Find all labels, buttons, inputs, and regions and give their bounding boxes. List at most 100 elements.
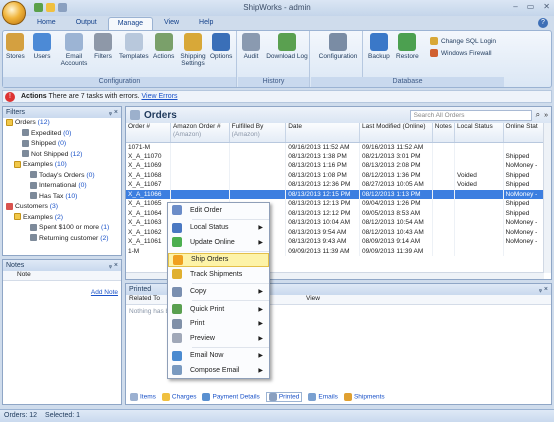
filter-tree: Orders (12) Expedited (0) Shipped (0) Not S… (3, 118, 121, 244)
email-accounts-button[interactable]: Email Accounts (57, 33, 91, 67)
users-button[interactable]: Users (33, 33, 51, 60)
detail-tab-charges[interactable]: Charges (161, 393, 196, 401)
column-header[interactable]: Fulfilled By (Amazon) (229, 123, 287, 143)
close-icon[interactable]: ✕ (543, 2, 550, 11)
detail-tab-printed[interactable]: Printed (265, 392, 303, 402)
menu-item-preview[interactable]: Preview ▶ (168, 331, 269, 346)
table-cell (432, 237, 456, 247)
table-cell: 08/12/2013 1:36 PM (359, 170, 433, 180)
help-icon[interactable]: ? (538, 18, 548, 28)
column-sublabel: (Amazon) (172, 131, 202, 138)
table-row[interactable]: X_A_11070 08/13/2013 1:38 PM 08/21/2013 3:… (126, 151, 545, 161)
vertical-scrollbar[interactable] (543, 123, 551, 273)
detail-tab-payment-details[interactable]: Payment Details (202, 393, 260, 401)
column-header[interactable]: Date (285, 123, 360, 143)
detail-tab-shipments[interactable]: Shipments (343, 393, 385, 401)
backup-button[interactable]: Backup (368, 33, 390, 60)
search-icon[interactable]: ⌕ (536, 110, 540, 120)
tab-output[interactable]: Output (67, 17, 106, 30)
filter-item[interactable]: Spent $100 or more (1) (3, 223, 121, 234)
table-cell (432, 161, 456, 171)
menu-item-email-now[interactable]: Email Now ▶ (168, 349, 269, 364)
filter-icon (22, 139, 29, 147)
filter-item[interactable]: Examples (2) (3, 213, 121, 224)
pin-icon[interactable]: ᵩ × (109, 107, 118, 118)
detail-tab-emails[interactable]: Emails (308, 393, 338, 401)
column-header[interactable]: Online Stat (503, 123, 545, 143)
tab-view[interactable]: View (155, 17, 188, 30)
download-icon (278, 33, 296, 51)
filter-item[interactable]: Returning customer (2) (3, 234, 121, 245)
options-button[interactable]: Options (210, 33, 232, 60)
table-cell (432, 199, 456, 209)
table-cell: X_A_11066 (126, 189, 171, 199)
expand-chevron-icon[interactable]: » (544, 112, 548, 119)
table-cell: Voided (454, 180, 504, 190)
application-menu-button[interactable] (2, 1, 26, 25)
actions-button[interactable]: Actions (153, 33, 174, 60)
menu-item-compose-email[interactable]: Compose Email ▶ (168, 363, 269, 378)
menu-item-track-shipments[interactable]: Track Shipments (168, 267, 269, 282)
table-cell (454, 189, 504, 199)
configuration-label: Configuration (318, 53, 358, 60)
column-header[interactable]: Amazon Order # (Amazon) (170, 123, 230, 143)
detail-tab-items[interactable]: Items (130, 393, 156, 401)
table-row[interactable]: X_A_11067 08/13/2013 12:36 PM 08/27/2013 1… (126, 180, 545, 190)
maximize-icon[interactable]: ▭ (527, 2, 535, 11)
filter-item[interactable]: Has Tax (10) (3, 192, 121, 203)
configuration-button[interactable]: Configuration (315, 33, 361, 60)
column-header[interactable]: Local Status (454, 123, 504, 143)
view-errors-link[interactable]: View Errors (141, 93, 177, 100)
filter-item[interactable]: Today's Orders (0) (3, 171, 121, 182)
windows-firewall-button[interactable]: Windows Firewall (430, 49, 492, 57)
stores-button[interactable]: Stores (6, 33, 25, 60)
menu-item-update-online[interactable]: Update Online ▶ (168, 235, 269, 250)
column-header[interactable]: Notes (432, 123, 456, 143)
notes-pin-icon[interactable]: ᵩ × (109, 260, 118, 271)
shipping-settings-button[interactable]: Shipping Settings (178, 33, 208, 67)
table-row[interactable]: X_A_11066 08/13/2013 12:15 PM 08/12/2013 1… (126, 189, 545, 199)
tab-help[interactable]: Help (190, 17, 222, 30)
printed-pin-icon[interactable]: ᵩ × (539, 284, 548, 295)
column-header[interactable]: Order # (126, 123, 171, 143)
detail-tabs: Items Charges Payment Details Printed Emails… (130, 392, 385, 402)
minimize-icon[interactable]: – (513, 2, 517, 11)
filter-item[interactable]: International (0) (3, 181, 121, 192)
windows-firewall-label: Windows Firewall (441, 49, 492, 57)
table-cell (432, 142, 456, 152)
menu-item-local-status[interactable]: Local Status ▶ (168, 221, 269, 236)
group-database: Backup Restore Change SQL Login Windows … (311, 31, 504, 87)
filter-item[interactable]: Customers (3) (3, 202, 121, 213)
table-cell (454, 151, 504, 161)
menu-item-ship-orders[interactable]: Ship Orders (168, 252, 269, 267)
filter-item[interactable]: Not Shipped (12) (3, 150, 121, 161)
filter-item[interactable]: Orders (12) (3, 118, 121, 129)
table-row[interactable]: X_A_11069 08/13/2013 1:16 PM 08/13/2013 2:… (126, 161, 545, 171)
tab-manage[interactable]: Manage (107, 17, 153, 30)
audit-label: Audit (243, 53, 259, 60)
templates-button[interactable]: Templates (119, 33, 149, 60)
column-header[interactable]: Last Modified (Online) (359, 123, 433, 143)
filter-item[interactable]: Expedited (0) (3, 129, 121, 140)
filter-item[interactable]: Shipped (0) (3, 139, 121, 150)
filters-button[interactable]: Filters (94, 33, 112, 60)
table-cell: NoMoney - (503, 189, 545, 199)
change-sql-login-button[interactable]: Change SQL Login (430, 37, 496, 45)
table-cell (432, 180, 456, 190)
tab-home[interactable]: Home (28, 17, 65, 30)
menu-item-edit-order[interactable]: Edit Order (168, 203, 269, 218)
download-log-button[interactable]: Download Log (266, 33, 308, 60)
menu-item-print[interactable]: Print ▶ (168, 317, 269, 332)
table-row[interactable]: X_A_11068 08/13/2013 1:08 PM 08/12/2013 1:… (126, 170, 545, 180)
table-row[interactable]: 1071-M 09/16/2013 11:52 AM 09/16/2013 11:5… (126, 142, 545, 152)
menu-item-copy[interactable]: Copy ▶ (168, 285, 269, 300)
restore-button[interactable]: Restore (396, 33, 419, 60)
filter-label: Orders (15, 119, 38, 126)
add-note-link[interactable]: Add Note (3, 281, 121, 304)
filter-item[interactable]: Examples (10) (3, 160, 121, 171)
search-input[interactable]: Search All Orders (409, 109, 532, 121)
menu-item-quick-print[interactable]: Quick Print ▶ (168, 302, 269, 317)
audit-button[interactable]: Audit (242, 33, 260, 60)
table-cell: 08/27/2013 10:05 AM (359, 180, 433, 190)
customers-icon (6, 202, 13, 210)
